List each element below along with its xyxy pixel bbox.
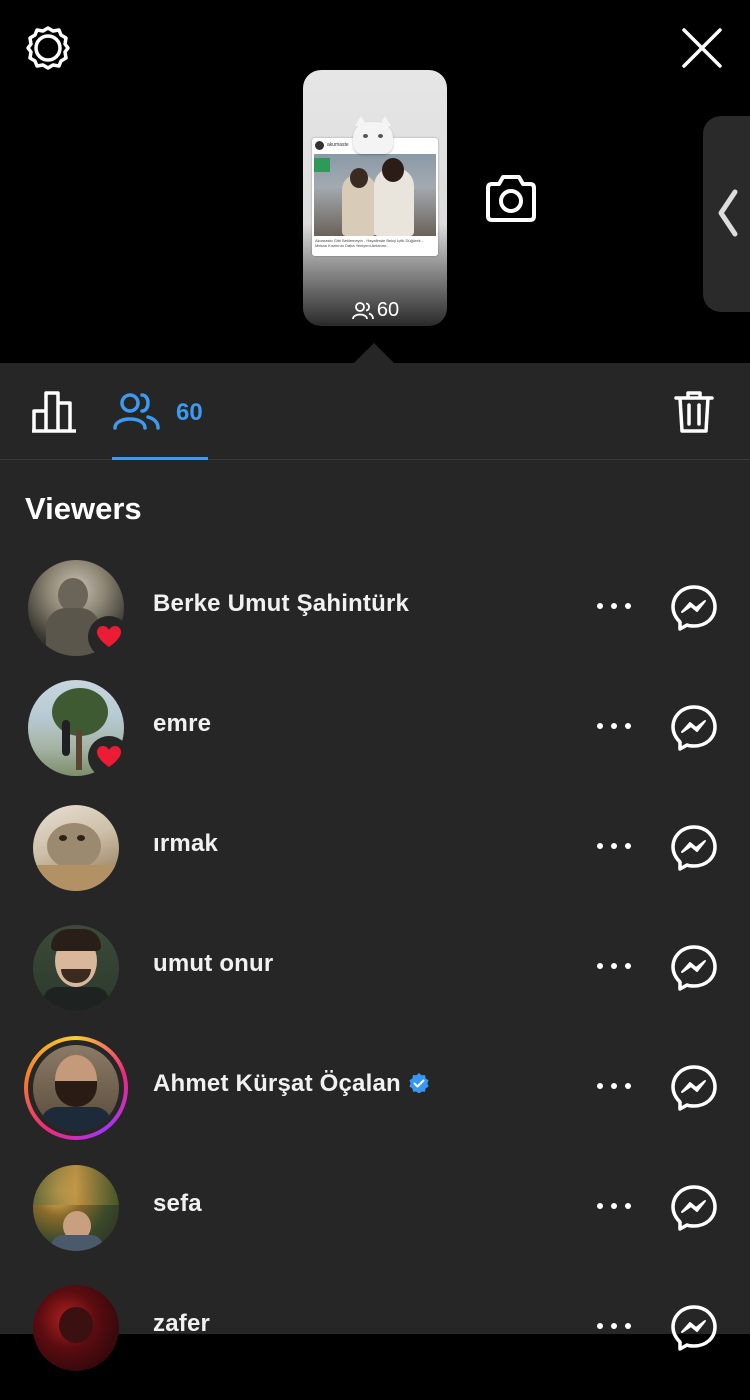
viewer-row[interactable]: Berke Umut Şahintürk (0, 560, 750, 680)
viewer-row[interactable]: umut onur (0, 920, 750, 1040)
active-tab-indicator (112, 457, 208, 460)
trash-icon[interactable] (672, 389, 716, 435)
heart-icon (97, 746, 121, 767)
viewers-panel: 60 Viewers Berke Umut Şahintürk emre ırm… (0, 363, 750, 1371)
more-icon[interactable] (594, 716, 634, 736)
card-username: akumaste (327, 142, 349, 148)
more-icon[interactable] (594, 1196, 634, 1216)
camera-icon[interactable] (484, 174, 538, 224)
messenger-icon[interactable] (670, 944, 718, 992)
like-badge (88, 736, 130, 778)
viewer-name[interactable]: sefa (153, 1190, 202, 1218)
settings-icon[interactable] (24, 24, 72, 72)
section-title: Viewers (25, 491, 142, 526)
cat-sticker (353, 116, 393, 154)
story-header: akumaste Akumasto Gibi Beklemeyin - Haya… (0, 0, 750, 363)
people-icon (113, 393, 160, 430)
card-photo (314, 154, 436, 236)
viewer-name[interactable]: umut onur (153, 950, 273, 978)
like-badge (88, 616, 130, 658)
viewer-row[interactable]: emre (0, 680, 750, 800)
shared-post-card: akumaste Akumasto Gibi Beklemeyin - Haya… (312, 138, 438, 256)
viewer-name-text: Ahmet Kürşat Öçalan (153, 1070, 401, 1097)
people-icon (351, 301, 374, 319)
viewer-row[interactable]: Ahmet Kürşat Öçalan (0, 1036, 750, 1160)
more-icon[interactable] (594, 1076, 634, 1096)
viewer-name[interactable]: Ahmet Kürşat Öçalan (153, 1070, 429, 1098)
close-icon[interactable] (678, 24, 726, 72)
panel-tabs: 60 (0, 363, 750, 460)
story-ring[interactable] (24, 1036, 128, 1140)
card-caption: Akumasto Gibi Beklemeyin - Hayalimde Bek… (315, 238, 424, 248)
avatar[interactable] (33, 805, 119, 891)
avatar[interactable] (33, 1285, 119, 1371)
viewer-name[interactable]: ırmak (153, 830, 218, 858)
verified-icon (409, 1072, 429, 1093)
viewer-row[interactable]: zafer (0, 1280, 750, 1400)
thumbnail-count-label: 60 (376, 299, 400, 321)
tab-viewers[interactable]: 60 (112, 363, 208, 459)
heart-icon (97, 626, 121, 647)
more-icon[interactable] (594, 836, 634, 856)
avatar[interactable] (33, 1165, 119, 1251)
messenger-icon[interactable] (670, 1184, 718, 1232)
avatar[interactable] (33, 925, 119, 1011)
viewers-tab-count: 60 (176, 399, 203, 426)
insights-icon[interactable] (30, 387, 82, 435)
next-story-tab[interactable] (703, 116, 750, 312)
avatar (33, 1045, 119, 1131)
more-icon[interactable] (594, 596, 634, 616)
thumbnail-pointer (354, 343, 394, 363)
viewer-name[interactable]: emre (153, 710, 211, 738)
more-icon[interactable] (594, 1316, 634, 1336)
viewer-name[interactable]: Berke Umut Şahintürk (153, 590, 409, 618)
thumbnail-viewer-count: 60 (303, 299, 447, 322)
messenger-icon[interactable] (670, 704, 718, 752)
messenger-icon[interactable] (670, 1064, 718, 1112)
viewer-row[interactable]: ırmak (0, 800, 750, 920)
chevron-left-icon (718, 189, 738, 237)
messenger-icon[interactable] (670, 1304, 718, 1352)
messenger-icon[interactable] (670, 584, 718, 632)
viewer-row[interactable]: sefa (0, 1160, 750, 1280)
card-avatar (315, 140, 324, 150)
messenger-icon[interactable] (670, 824, 718, 872)
story-thumbnail[interactable]: akumaste Akumasto Gibi Beklemeyin - Haya… (303, 70, 447, 326)
more-icon[interactable] (594, 956, 634, 976)
